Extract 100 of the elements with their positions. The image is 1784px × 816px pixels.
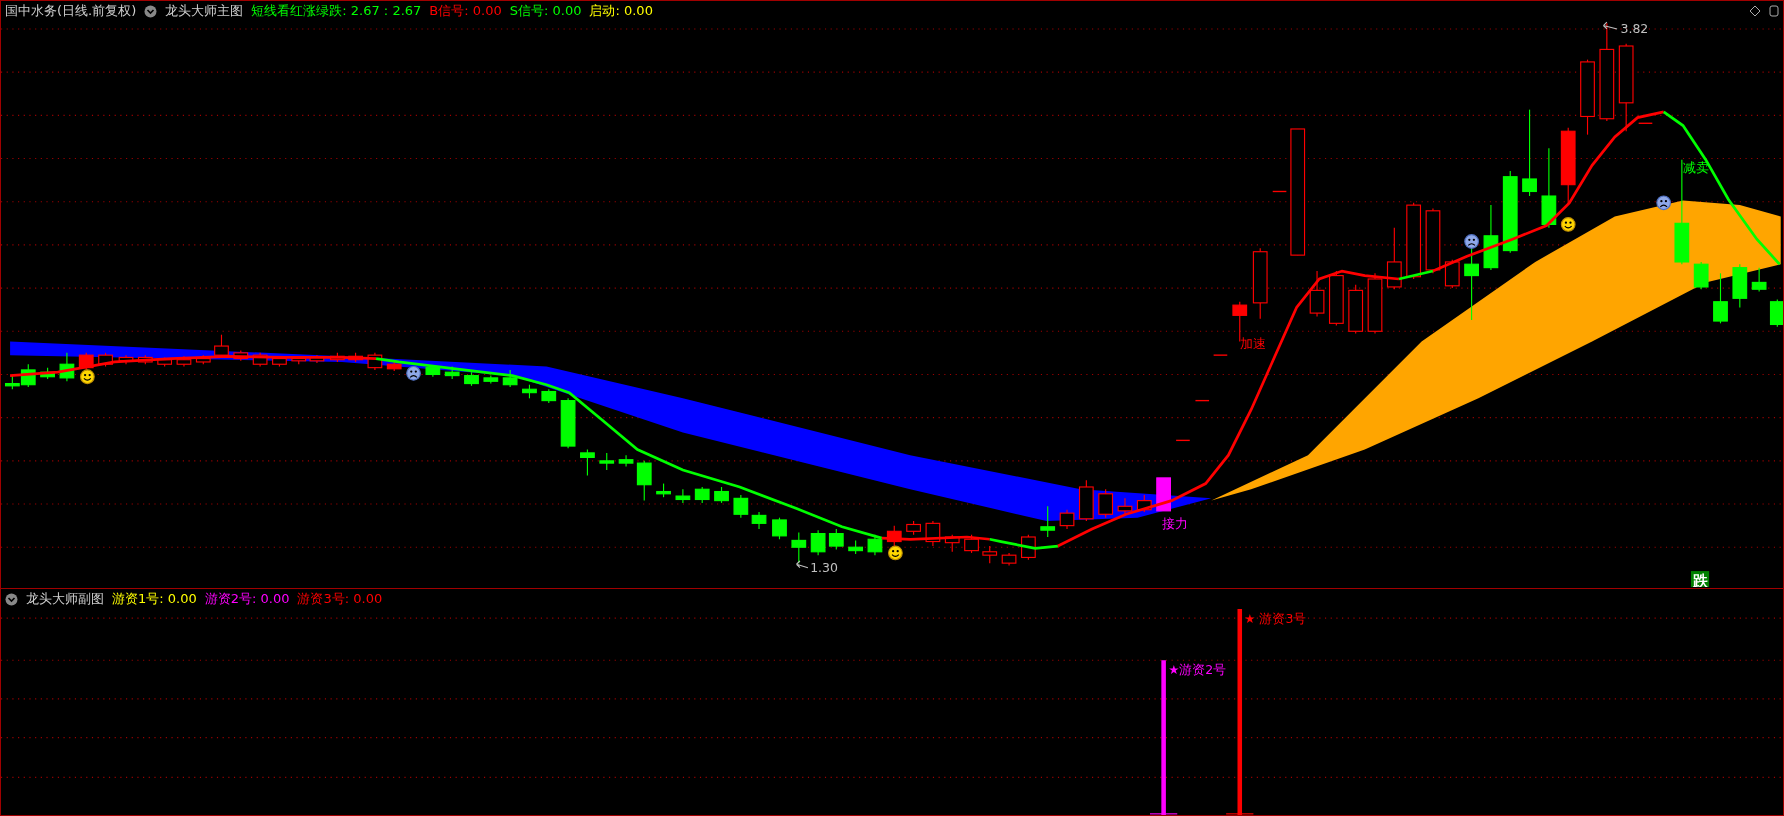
- candlestick: [906, 520, 921, 536]
- candlestick: [1751, 267, 1767, 293]
- sad-face-icon: [1656, 195, 1672, 211]
- signal-label: 接力: [1162, 515, 1189, 531]
- candlestick: [541, 388, 557, 404]
- panel-toggle-icon[interactable]: [1769, 5, 1779, 17]
- candlestick: [925, 520, 941, 547]
- sad-face-icon: [406, 365, 421, 381]
- candlestick: [176, 355, 192, 368]
- candlestick: [772, 517, 787, 540]
- candlestick: [330, 352, 345, 363]
- sad-face-icon: [1464, 234, 1479, 249]
- smiley-face-icon: [888, 545, 903, 561]
- price-level-dash: [1212, 354, 1228, 356]
- candlestick: [118, 354, 134, 365]
- candlestick: [252, 352, 268, 368]
- candlestick: [982, 545, 998, 564]
- candlestick: [1117, 497, 1133, 515]
- indicator-value: 游资3号: 0.00: [297, 590, 383, 608]
- candlestick: [78, 352, 94, 371]
- candlestick: [656, 483, 671, 498]
- stock-title: 国中水务(日线.前复权): [5, 2, 137, 20]
- candlestick: [1425, 207, 1441, 274]
- candlestick: [1078, 479, 1094, 522]
- price-level-dash: [1175, 439, 1191, 442]
- pointer-arrow-icon: [1602, 21, 1618, 30]
- candlestick: [1713, 272, 1728, 324]
- diamond-icon[interactable]: [1749, 5, 1761, 17]
- candlestick: [733, 494, 749, 519]
- indicator-value: S信号: 0.00: [509, 2, 582, 20]
- indicator-value: 短线看红涨绿跌: 2.67 : 2.67: [251, 2, 422, 20]
- candlestick: [636, 460, 652, 502]
- pointer-arrow-icon: [795, 560, 809, 569]
- candlestick: [1040, 505, 1056, 538]
- candlestick: [944, 534, 960, 553]
- candlestick: [964, 534, 979, 554]
- smiley-face-icon: [1560, 217, 1576, 232]
- signal-tag: 跌: [1690, 571, 1710, 587]
- indicator-name: 龙头大师主图: [165, 2, 244, 20]
- candlestick: [1156, 477, 1171, 512]
- indicator-name: 龙头大师副图: [26, 590, 104, 608]
- candlestick: [1732, 263, 1748, 308]
- candlestick: [98, 352, 113, 368]
- candlestick: [810, 529, 826, 556]
- candlestick: [40, 367, 55, 380]
- candlestick: [1367, 272, 1383, 335]
- signal-label: 加速: [1239, 336, 1266, 352]
- candlestick: [1769, 298, 1783, 328]
- candlestick: [386, 361, 402, 372]
- candlestick: [694, 486, 710, 504]
- candlestick: [1348, 284, 1364, 335]
- candlestick: [195, 354, 211, 365]
- candlestick: [214, 334, 229, 358]
- candlestick: [848, 539, 864, 555]
- indicator-value: 启动: 0.00: [589, 2, 653, 20]
- price-level-dash: [1194, 399, 1210, 402]
- candlestick: [502, 369, 518, 388]
- signal-label: ★ 游资3号: [1244, 610, 1307, 626]
- candlestick: [233, 350, 249, 362]
- candlestick: [367, 352, 383, 371]
- candlestick: [560, 397, 576, 449]
- chevron-icon[interactable]: [144, 4, 158, 18]
- candlestick: [59, 352, 75, 382]
- candlestick: [714, 486, 729, 504]
- price-level-dash: [1272, 190, 1288, 193]
- candlestick: [348, 352, 363, 363]
- chevron-icon[interactable]: [5, 592, 18, 606]
- candlestick: [1001, 552, 1017, 566]
- indicator-value: B信号: 0.00: [429, 2, 502, 20]
- indicator-value: 游资2号: 0.00: [204, 590, 290, 608]
- candlestick: [886, 525, 902, 547]
- candlestick: [309, 354, 325, 364]
- candlestick: [1136, 494, 1152, 513]
- candlestick: [580, 448, 595, 477]
- candlestick: [1386, 227, 1402, 290]
- indicator-value: 游资1号: 0.00: [112, 590, 197, 608]
- price-label: 3.82: [1620, 21, 1649, 37]
- candlestick: [1693, 261, 1709, 290]
- candlestick: [751, 511, 767, 530]
- candlestick: [425, 364, 441, 378]
- candlestick: [483, 375, 499, 385]
- signal-label: 减卖: [1683, 160, 1709, 176]
- candlestick: [137, 354, 153, 365]
- candlestick: [618, 454, 634, 468]
- candlestick: [791, 531, 807, 564]
- signal-label: ★游资2号: [1168, 661, 1227, 677]
- candlestick: [675, 488, 691, 504]
- candlestick: [1444, 259, 1460, 289]
- candlestick: [599, 452, 615, 471]
- price-label: 1.30: [810, 560, 838, 576]
- candlestick: [464, 371, 479, 387]
- candlestick: [157, 356, 173, 368]
- candlestick: [828, 528, 844, 551]
- candlestick: [867, 534, 883, 556]
- price-level-dash: [1638, 122, 1653, 124]
- candlestick: [1059, 509, 1075, 530]
- candlestick: [1328, 270, 1344, 327]
- candlestick: [1309, 270, 1325, 318]
- smiley-face-icon: [80, 369, 95, 385]
- candlestick: [522, 384, 537, 399]
